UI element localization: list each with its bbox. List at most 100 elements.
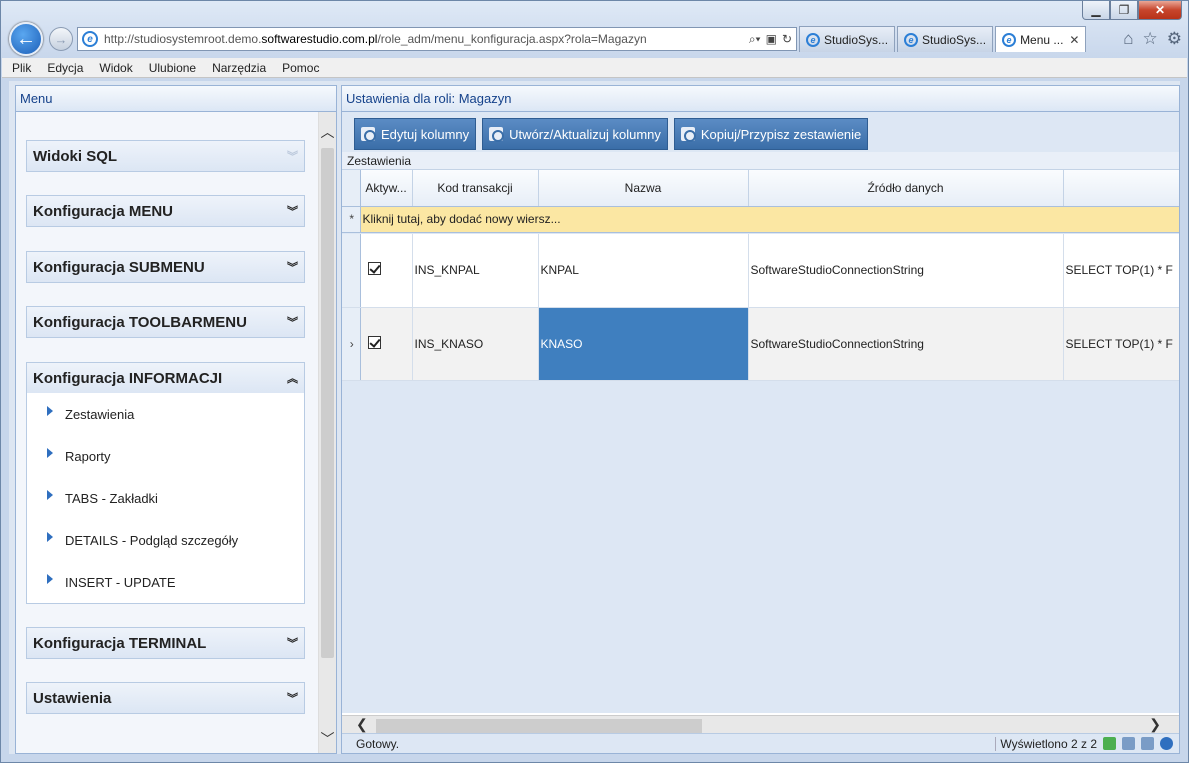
menu-panel: Menu Widoki SQL ︾ Konfiguracja MENU ︾ Konf… — [15, 85, 337, 754]
minimize-button[interactable]: ▁ — [1082, 1, 1110, 20]
maximize-button[interactable]: ❐ — [1110, 1, 1138, 20]
checkbox-checked[interactable] — [367, 335, 381, 349]
menu-favorites[interactable]: Ulubione — [149, 61, 196, 75]
browser-icons: ⌂ ☆ ⚙ — [1123, 29, 1182, 49]
active-checkbox-cell[interactable] — [360, 234, 413, 308]
menu-edit[interactable]: Edycja — [47, 61, 83, 75]
refresh-data-icon[interactable] — [1103, 737, 1116, 750]
active-checkbox-cell[interactable] — [360, 307, 413, 381]
edit-columns-button[interactable]: Edytuj kolumny — [354, 118, 477, 150]
group-konfiguracja-menu[interactable]: Konfiguracja MENU ︾ — [26, 195, 305, 227]
copy-icon — [680, 127, 696, 142]
search-icon[interactable]: ⌕▾ — [749, 32, 761, 47]
create-update-columns-button[interactable]: Utwórz/Aktualizuj kolumny — [482, 118, 668, 150]
scroll-right-icon[interactable]: ❯ — [1149, 716, 1161, 733]
column-header-name[interactable]: Nazwa — [538, 170, 749, 207]
menu-view[interactable]: Widok — [99, 61, 132, 75]
scroll-up-icon[interactable]: ︿ — [319, 122, 336, 142]
sql-cell[interactable]: SELECT TOP(1) * F — [1063, 307, 1179, 381]
group-konfiguracja-toolbarmenu[interactable]: Konfiguracja TOOLBARMENU ︾ — [26, 306, 305, 338]
submenu-item-zestawienia[interactable]: Zestawienia — [27, 393, 304, 435]
menu-help[interactable]: Pomoc — [282, 61, 319, 75]
address-bar[interactable]: e http://studiosystemroot.demo.softwares… — [77, 27, 797, 51]
submenu-item-insert-update[interactable]: INSERT - UPDATE — [27, 561, 304, 603]
group-konfiguracja-terminal[interactable]: Konfiguracja TERMINAL ︾ — [26, 627, 305, 659]
group-label: Konfiguracja TERMINAL — [33, 634, 207, 652]
grid-status-bar: Gotowy. Wyświetlono 2 z 2 — [342, 733, 1179, 753]
menu-file[interactable]: Plik — [12, 61, 31, 75]
chevron-down-icon: ︾ — [287, 317, 298, 329]
gear-icon[interactable]: ⚙ — [1167, 29, 1182, 49]
table-row-current[interactable]: › INS_KNASO KNASO SoftwareStudioConnecti… — [342, 307, 1179, 381]
group-label: Widoki SQL — [33, 147, 118, 165]
tab-1[interactable]: e StudioSys... — [799, 26, 896, 52]
tab-label: StudioSys... — [824, 32, 889, 47]
chevron-down-icon: ︾ — [287, 151, 298, 163]
chevron-down-icon: ︾ — [287, 638, 298, 650]
compat-view-icon[interactable]: ▣ — [766, 32, 777, 47]
address-text: http://studiosystemroot.demo.softwarestu… — [104, 32, 647, 46]
submenu-item-tabs[interactable]: TABS - Zakładki — [27, 477, 304, 519]
scroll-left-icon[interactable]: ❮ — [356, 716, 368, 733]
code-cell[interactable]: INS_KNPAL — [412, 234, 539, 308]
chevron-down-icon: ︾ — [287, 206, 298, 218]
table-row[interactable]: INS_KNPAL KNPAL SoftwareStudioConnection… — [342, 234, 1179, 308]
name-cell-selected[interactable]: KNASO — [538, 307, 749, 381]
scroll-thumb[interactable] — [321, 148, 334, 658]
browser-window: ▁ ❐ ✕ ← → e http://studiosystemroot.demo… — [0, 0, 1189, 763]
ie-icon: e — [806, 32, 820, 47]
export-icon[interactable] — [1122, 737, 1135, 750]
group-label: Konfiguracja TOOLBARMENU — [33, 313, 247, 331]
column-header-code[interactable]: Kod transakcji — [412, 170, 539, 207]
settings-panel-title: Ustawienia dla roli: Magazyn — [342, 86, 1179, 112]
copy-assign-button[interactable]: Kopiuj/Przypisz zestawienie — [673, 118, 869, 150]
close-button[interactable]: ✕ — [1138, 1, 1182, 20]
group-konfiguracja-submenu[interactable]: Konfiguracja SUBMENU ︾ — [26, 251, 305, 283]
source-cell[interactable]: SoftwareStudioConnectionString — [748, 307, 1064, 381]
row-indicator-header — [342, 170, 361, 207]
menu-scrollbar[interactable]: ︿ ﹀ — [318, 112, 336, 753]
settings-panel: Ustawienia dla roli: Magazyn Edytuj kolu… — [341, 85, 1180, 754]
print-icon[interactable] — [1141, 737, 1154, 750]
forward-button[interactable]: → — [49, 27, 73, 51]
group-widoki-sql[interactable]: Widoki SQL ︾ — [26, 140, 305, 172]
help-icon[interactable] — [1160, 737, 1173, 750]
edit-icon — [361, 127, 376, 142]
row-indicator — [342, 234, 361, 308]
column-header-source[interactable]: Źródło danych — [748, 170, 1064, 207]
close-tab-icon[interactable]: ✕ — [1069, 33, 1079, 47]
column-header-active[interactable]: Aktyw... — [360, 170, 413, 207]
code-cell[interactable]: INS_KNASO — [412, 307, 539, 381]
submenu-item-details[interactable]: DETAILS - Podgląd szczegóły — [27, 519, 304, 561]
tab-3-active[interactable]: e Menu ... ✕ — [995, 26, 1087, 52]
group-ustawienia[interactable]: Ustawienia ︾ — [26, 682, 305, 714]
chevron-down-icon: ︾ — [287, 693, 298, 705]
name-cell[interactable]: KNPAL — [538, 234, 749, 308]
home-icon[interactable]: ⌂ — [1123, 29, 1133, 49]
scroll-down-icon[interactable]: ﹀ — [319, 729, 336, 749]
group-konfiguracja-informacji[interactable]: Konfiguracja INFORMACJI ︽ Zestawienia Rap… — [26, 362, 305, 604]
submenu-item-raporty[interactable]: Raporty — [27, 435, 304, 477]
menu-tools[interactable]: Narzędzia — [212, 61, 266, 75]
horizontal-scroll-thumb[interactable] — [376, 719, 702, 733]
triangle-right-icon — [47, 406, 53, 416]
sql-cell[interactable]: SELECT TOP(1) * F — [1063, 234, 1179, 308]
triangle-right-icon — [47, 532, 53, 542]
grid-horizontal-scrollbar[interactable]: ❮ ❯ — [342, 715, 1179, 735]
column-header-sql[interactable] — [1063, 170, 1179, 207]
grid-title: Zestawienia — [342, 152, 1179, 170]
back-button[interactable]: ← — [9, 22, 43, 56]
grid-toolbar: Edytuj kolumny Utwórz/Aktualizuj kolumny… — [342, 112, 1179, 152]
record-count: Wyświetlono 2 z 2 — [1000, 736, 1097, 751]
submenu-list: Zestawienia Raporty TABS - Zakładki DETA… — [27, 393, 304, 603]
new-row[interactable]: * Kliknij tutaj, aby dodać nowy wiersz..… — [342, 206, 1179, 233]
favorites-star-icon[interactable]: ☆ — [1143, 29, 1158, 49]
checkbox-checked[interactable] — [367, 262, 381, 276]
refresh-icon[interactable]: ↻ — [782, 32, 792, 47]
triangle-right-icon — [47, 448, 53, 458]
triangle-right-icon — [47, 490, 53, 500]
new-row-text[interactable]: Kliknij tutaj, aby dodać nowy wiersz... — [360, 206, 1179, 233]
navigation-row: ← → e http://studiosystemroot.demo.softw… — [9, 22, 1182, 56]
source-cell[interactable]: SoftwareStudioConnectionString — [748, 234, 1064, 308]
tab-2[interactable]: e StudioSys... — [897, 26, 994, 52]
